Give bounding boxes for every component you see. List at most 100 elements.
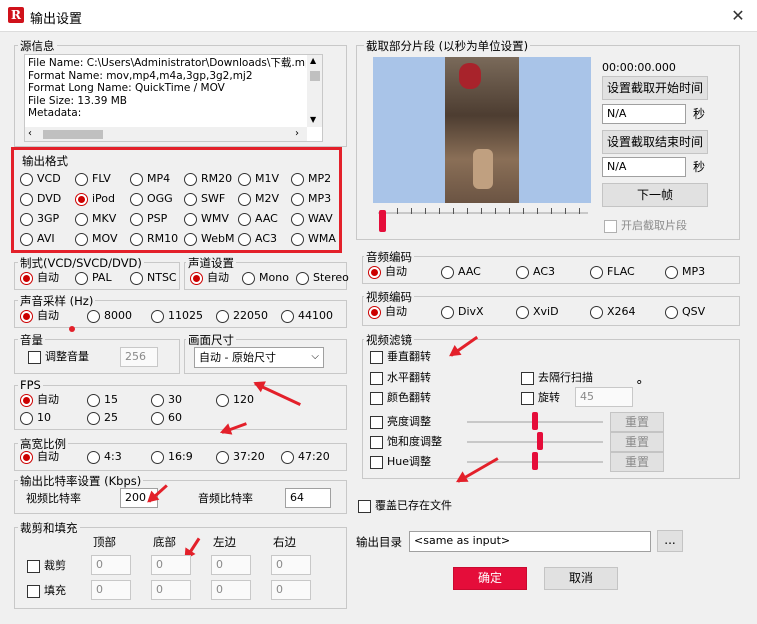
fps-option-opt-0[interactable]: 自动 (20, 393, 59, 407)
output-format-option-mkv-13[interactable]: MKV (75, 212, 116, 226)
aspect-option-37-20-3[interactable]: 37:20 (216, 450, 265, 464)
output-format-option-webm-21[interactable]: WebM (184, 232, 234, 246)
audio-codec-option-mp3-4[interactable]: MP3 (665, 265, 705, 279)
scroll-thumb[interactable] (310, 71, 320, 81)
browse-button[interactable]: ... (657, 530, 683, 552)
audio-bitrate-input[interactable]: 64 (285, 488, 331, 508)
end-time-input[interactable]: N/A (602, 157, 686, 177)
audio-codec-option-ac3-2[interactable]: AC3 (516, 265, 555, 279)
output-format-option-mov-19[interactable]: MOV (75, 232, 117, 246)
frame-size-select[interactable]: 自动 - 原始尺寸 ⌵ (194, 347, 324, 368)
sample-rate-option-8000-1[interactable]: 8000 (87, 309, 132, 323)
crop-input-0-2[interactable]: 0 (211, 555, 251, 575)
fps-option-30-2[interactable]: 30 (151, 393, 182, 407)
aspect-option-16-9-2[interactable]: 16:9 (151, 450, 193, 464)
aspect-option-4-3-1[interactable]: 4:3 (87, 450, 122, 464)
fps-option-60-6[interactable]: 60 (151, 411, 182, 425)
output-format-option-psp-14[interactable]: PSP (130, 212, 167, 226)
output-format-option-rm20-3[interactable]: RM20 (184, 172, 232, 186)
output-format-option-wma-23[interactable]: WMA (291, 232, 336, 246)
video-codec-option-qsv-4[interactable]: QSV (665, 305, 705, 319)
output-format-option-m1v-4[interactable]: M1V (238, 172, 279, 186)
output-format-option-avi-18[interactable]: AVI (20, 232, 55, 246)
adjust-volume-checkbox[interactable]: 调整音量 (28, 350, 89, 364)
rotate-checkbox[interactable]: 旋转 (521, 391, 560, 405)
crop-row-checkbox-1[interactable]: 填充 (27, 584, 66, 598)
fps-option-15-1[interactable]: 15 (87, 393, 118, 407)
color-flip-checkbox[interactable]: 颜色翻转 (370, 391, 431, 405)
hscroll-thumb[interactable] (43, 130, 103, 139)
output-format-option-mp2-5[interactable]: MP2 (291, 172, 331, 186)
set-end-button[interactable]: 设置截取结束时间 (602, 130, 708, 154)
timeline-thumb[interactable] (379, 210, 386, 232)
output-format-option-dvd-6[interactable]: DVD (20, 192, 61, 206)
hflip-checkbox[interactable]: 水平翻转 (370, 371, 431, 385)
hue-reset-button[interactable]: 重置 (610, 452, 664, 472)
brightness-slider-thumb[interactable] (532, 412, 538, 430)
vertical-scrollbar[interactable]: ▲ ▼ (307, 55, 322, 127)
output-format-option-mp3-11[interactable]: MP3 (291, 192, 331, 206)
brightness-checkbox[interactable]: 亮度调整 (370, 415, 431, 429)
video-codec-option-opt-0[interactable]: 自动 (368, 305, 407, 319)
output-format-option-vcd-0[interactable]: VCD (20, 172, 61, 186)
crop-input-0-1[interactable]: 0 (151, 555, 191, 575)
start-time-input[interactable]: N/A (602, 104, 686, 124)
output-format-option-ipod-7[interactable]: iPod (75, 192, 115, 206)
next-frame-button[interactable]: 下一帧 (602, 183, 708, 207)
sample-rate-option-opt-0[interactable]: 自动 (20, 309, 59, 323)
enable-clip-checkbox[interactable]: 开启截取片段 (604, 219, 687, 233)
fps-option-120-3[interactable]: 120 (216, 393, 254, 407)
crop-input-1-3[interactable]: 0 (271, 580, 311, 600)
output-format-option-aac-16[interactable]: AAC (238, 212, 278, 226)
crop-row-checkbox-0[interactable]: 裁剪 (27, 559, 66, 573)
fps-option-25-5[interactable]: 25 (87, 411, 118, 425)
audio-codec-option-opt-0[interactable]: 自动 (368, 265, 407, 279)
aspect-option-opt-0[interactable]: 自动 (20, 450, 59, 464)
horizontal-scrollbar[interactable]: ‹ › (25, 127, 307, 141)
saturation-reset-button[interactable]: 重置 (610, 432, 664, 452)
tv-standard-option-opt-0[interactable]: 自动 (20, 271, 59, 285)
hue-slider-thumb[interactable] (532, 452, 538, 470)
video-codec-option-divx-1[interactable]: DivX (441, 305, 484, 319)
output-format-option-wmv-15[interactable]: WMV (184, 212, 229, 226)
volume-input[interactable]: 256 (120, 347, 158, 367)
output-format-option-m2v-10[interactable]: M2V (238, 192, 279, 206)
ok-button[interactable]: 确定 (453, 567, 527, 590)
video-codec-option-x264-3[interactable]: X264 (590, 305, 636, 319)
channel-option-stereo-2[interactable]: Stereo (296, 271, 349, 285)
scroll-left-icon[interactable]: ‹ (28, 128, 32, 139)
cancel-button[interactable]: 取消 (544, 567, 618, 590)
fps-option-10-4[interactable]: 10 (20, 411, 51, 425)
sample-rate-option-22050-3[interactable]: 22050 (216, 309, 268, 323)
output-format-option-mp4-2[interactable]: MP4 (130, 172, 170, 186)
scroll-right-icon[interactable]: › (295, 128, 299, 139)
crop-input-1-1[interactable]: 0 (151, 580, 191, 600)
tv-standard-option-pal-1[interactable]: PAL (75, 271, 112, 285)
channel-option-mono-1[interactable]: Mono (242, 271, 289, 285)
crop-input-0-3[interactable]: 0 (271, 555, 311, 575)
sample-rate-option-44100-4[interactable]: 44100 (281, 309, 333, 323)
audio-codec-option-flac-3[interactable]: FLAC (590, 265, 635, 279)
clip-timeline[interactable] (378, 212, 588, 214)
saturation-slider-thumb[interactable] (537, 432, 543, 450)
saturation-slider[interactable] (467, 441, 603, 443)
overwrite-checkbox[interactable]: 覆盖已存在文件 (358, 499, 452, 513)
output-format-option-ac3-22[interactable]: AC3 (238, 232, 277, 246)
brightness-reset-button[interactable]: 重置 (610, 412, 664, 432)
crop-input-1-0[interactable]: 0 (91, 580, 131, 600)
source-info-textbox[interactable]: File Name: C:\Users\Administrator\Downlo… (24, 54, 323, 142)
scroll-up-icon[interactable]: ▲ (310, 56, 316, 65)
set-start-button[interactable]: 设置截取开始时间 (602, 76, 708, 100)
saturation-checkbox[interactable]: 饱和度调整 (370, 435, 442, 449)
channel-option-opt-0[interactable]: 自动 (190, 271, 229, 285)
deinterlace-checkbox[interactable]: 去隔行扫描 (521, 371, 593, 385)
vflip-checkbox[interactable]: 垂直翻转 (370, 350, 431, 364)
output-format-option-flv-1[interactable]: FLV (75, 172, 111, 186)
close-icon[interactable]: ✕ (726, 4, 750, 28)
sample-rate-option-11025-2[interactable]: 11025 (151, 309, 203, 323)
scroll-down-icon[interactable]: ▼ (310, 115, 316, 124)
crop-input-0-0[interactable]: 0 (91, 555, 131, 575)
crop-input-1-2[interactable]: 0 (211, 580, 251, 600)
output-format-option-3gp-12[interactable]: 3GP (20, 212, 59, 226)
output-format-option-ogg-8[interactable]: OGG (130, 192, 173, 206)
